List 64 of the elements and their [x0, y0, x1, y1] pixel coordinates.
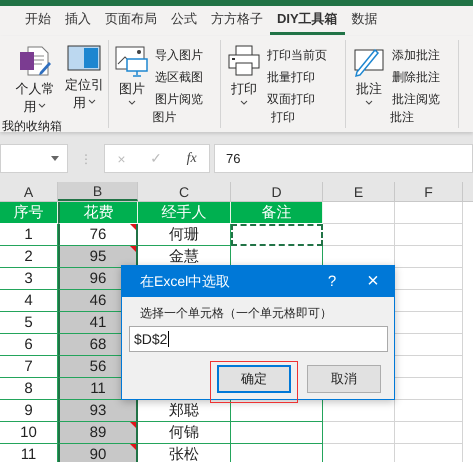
ribbon-tab[interactable]: 开始	[18, 7, 58, 35]
table-cell	[395, 246, 463, 268]
column-header[interactable]: C	[138, 182, 231, 201]
table-header-cell: 经手人	[138, 202, 231, 224]
formula-input[interactable]: 76	[214, 144, 473, 173]
ribbon-tab[interactable]: 数据	[344, 7, 385, 35]
ribbon-button[interactable]: 打印当前页	[267, 46, 327, 65]
dialog-button[interactable]: 确定	[217, 365, 291, 393]
ribbon-button[interactable]: 删除批注	[392, 68, 440, 87]
table-cell: 95	[58, 246, 138, 268]
table-cell: 89	[58, 422, 138, 444]
table-cell	[395, 422, 463, 444]
ribbon-button[interactable]: 图片	[113, 42, 151, 108]
insert-function-button[interactable]: fx	[186, 150, 197, 166]
ribbon-tab[interactable]: 方方格子	[204, 7, 270, 35]
column-header[interactable]: D	[231, 182, 323, 201]
table-header-cell: 备注	[231, 202, 323, 224]
table-cell: 张松	[138, 444, 231, 462]
table-cell	[395, 224, 463, 246]
ribbon-tab[interactable]: 页面布局	[98, 7, 164, 35]
picture-monitor-icon	[115, 44, 149, 78]
caret-icon	[38, 103, 46, 109]
table-cell	[323, 422, 395, 444]
ribbon-tab[interactable]: 公式	[164, 7, 204, 35]
group-label: 打印	[270, 109, 296, 126]
column-header[interactable]: B	[58, 182, 138, 201]
table-header-cell: 花费	[58, 202, 138, 224]
table-cell: 90	[58, 444, 138, 462]
caret-icon	[128, 100, 136, 106]
prompt-text: 选择一个单元格（一个单元格即可）	[139, 305, 333, 322]
caret-icon	[88, 99, 96, 105]
ribbon-tab[interactable]: 插入	[58, 7, 98, 35]
dialog-title: 在Excel中选取	[140, 272, 232, 290]
ribbon-button[interactable]: 批注	[350, 42, 388, 108]
group-label: 我的收纳箱	[1, 118, 63, 135]
column-header[interactable]: E	[323, 182, 395, 201]
ribbon-button[interactable]: 导入图片	[155, 46, 203, 65]
table-header-cell: 序号	[0, 202, 58, 224]
close-button[interactable]: ×	[352, 270, 394, 293]
table-cell	[395, 400, 463, 422]
column-header[interactable]: F	[395, 182, 463, 201]
group-label: 批注	[389, 109, 415, 126]
ribbon-button[interactable]: 批量打印	[267, 68, 327, 87]
name-box[interactable]	[0, 144, 68, 173]
ribbon-button[interactable]: 添加批注	[392, 46, 440, 65]
dialog-button[interactable]: 取消	[307, 365, 381, 393]
caret-icon	[365, 100, 373, 106]
ribbon-button[interactable]: 双面打印	[267, 90, 327, 109]
ribbon-button[interactable]: 定位引用	[62, 42, 108, 114]
document-pen-icon	[18, 44, 52, 78]
ribbon-button[interactable]: 打印	[225, 42, 263, 108]
group-label: 图片	[152, 109, 178, 126]
ribbon-button[interactable]: 批注阅览	[392, 90, 440, 109]
caret-icon	[240, 100, 248, 106]
ribbon-button[interactable]: 选区截图	[155, 68, 203, 87]
dropdown-icon	[51, 156, 59, 161]
ribbon-button[interactable]: 图片阅览	[155, 90, 203, 109]
table-cell: 76	[58, 224, 138, 246]
table-cell: 何珊	[138, 224, 231, 246]
table-cell: 93	[58, 400, 138, 422]
table-cell: 何锦	[138, 422, 231, 444]
ribbon-button[interactable]: 个人常用	[12, 42, 58, 118]
help-button[interactable]: ?	[312, 273, 352, 290]
printer-icon	[227, 44, 261, 78]
